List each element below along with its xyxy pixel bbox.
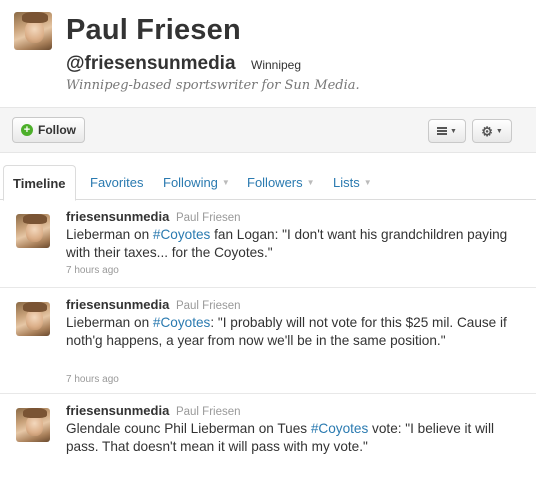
tweet[interactable]: friesensunmedia Paul Friesen Glendale co…: [0, 395, 536, 486]
tab-followers[interactable]: Followers ▼: [247, 165, 315, 200]
tweet-username[interactable]: friesensunmedia: [66, 403, 169, 418]
hashtag-link[interactable]: #Coyotes: [153, 315, 210, 330]
tab-label: Followers: [247, 175, 303, 190]
profile-location: Winnipeg: [251, 58, 302, 72]
profile-name: Paul Friesen: [66, 14, 241, 46]
tab-following[interactable]: Following ▼: [163, 165, 230, 200]
tab-label: Following: [163, 175, 218, 190]
tweet-avatar[interactable]: [16, 214, 50, 248]
chevron-down-icon: ▼: [363, 178, 372, 187]
profile-handle: @friesensunmedia: [66, 53, 236, 74]
tweet-header: friesensunmedia Paul Friesen: [66, 297, 241, 312]
tab-label: Timeline: [13, 175, 66, 191]
gear-icon: ⚙: [481, 123, 493, 139]
profile-tabs: Timeline Favorites Following ▼ Followers…: [0, 165, 536, 201]
tab-label: Favorites: [90, 175, 144, 190]
profile-avatar[interactable]: [14, 12, 52, 50]
chevron-down-icon: ▼: [306, 178, 315, 187]
tab-favorites[interactable]: Favorites: [90, 165, 143, 200]
chevron-down-icon: ▼: [450, 127, 457, 135]
plus-icon: +: [21, 124, 33, 136]
tweet-text: Glendale counc Phil Lieberman on Tues #C…: [66, 420, 516, 456]
tweet-avatar[interactable]: [16, 408, 50, 442]
tweet-text-segment: Glendale counc Phil Lieberman on Tues: [66, 421, 311, 436]
tweet-text: Lieberman on #Coyotes: "I probably will …: [66, 314, 516, 350]
tweet[interactable]: friesensunmedia Paul Friesen Lieberman o…: [0, 289, 536, 394]
tweet-timestamp[interactable]: 7 hours ago: [66, 265, 119, 276]
tweet-avatar[interactable]: [16, 302, 50, 336]
profile-bio: Winnipeg-based sportswriter for Sun Medi…: [66, 78, 360, 93]
chevron-down-icon: ▼: [221, 178, 230, 187]
tab-label: Lists: [333, 175, 360, 190]
tweet-fullname: Paul Friesen: [175, 212, 241, 224]
tweet-timestamp[interactable]: 7 hours ago: [66, 374, 119, 385]
hashtag-link[interactable]: #Coyotes: [153, 227, 210, 242]
tweet-username[interactable]: friesensunmedia: [66, 297, 169, 312]
tweet-fullname: Paul Friesen: [175, 300, 241, 312]
chevron-down-icon: ▼: [495, 127, 503, 135]
tweet-text: Lieberman on #Coyotes fan Logan: "I don'…: [66, 226, 516, 262]
follow-button-label: Follow: [38, 123, 76, 137]
follow-button[interactable]: + Follow: [12, 117, 85, 143]
hashtag-link[interactable]: #Coyotes: [311, 421, 368, 436]
action-bar: + Follow ▼ ⚙ ▼: [0, 107, 536, 153]
tab-lists[interactable]: Lists ▼: [333, 165, 372, 200]
tweet-text-segment: Lieberman on: [66, 315, 153, 330]
tab-timeline[interactable]: Timeline: [3, 165, 76, 201]
tweet-header: friesensunmedia Paul Friesen: [66, 403, 241, 418]
settings-menu-button[interactable]: ⚙ ▼: [472, 119, 512, 143]
tweet-username[interactable]: friesensunmedia: [66, 209, 169, 224]
list-icon: [437, 126, 448, 136]
tweet[interactable]: friesensunmedia Paul Friesen Lieberman o…: [0, 201, 536, 288]
tweet-text-segment: Lieberman on: [66, 227, 153, 242]
tweet-fullname: Paul Friesen: [175, 406, 241, 418]
tweet-header: friesensunmedia Paul Friesen: [66, 209, 241, 224]
list-menu-button[interactable]: ▼: [428, 119, 466, 143]
